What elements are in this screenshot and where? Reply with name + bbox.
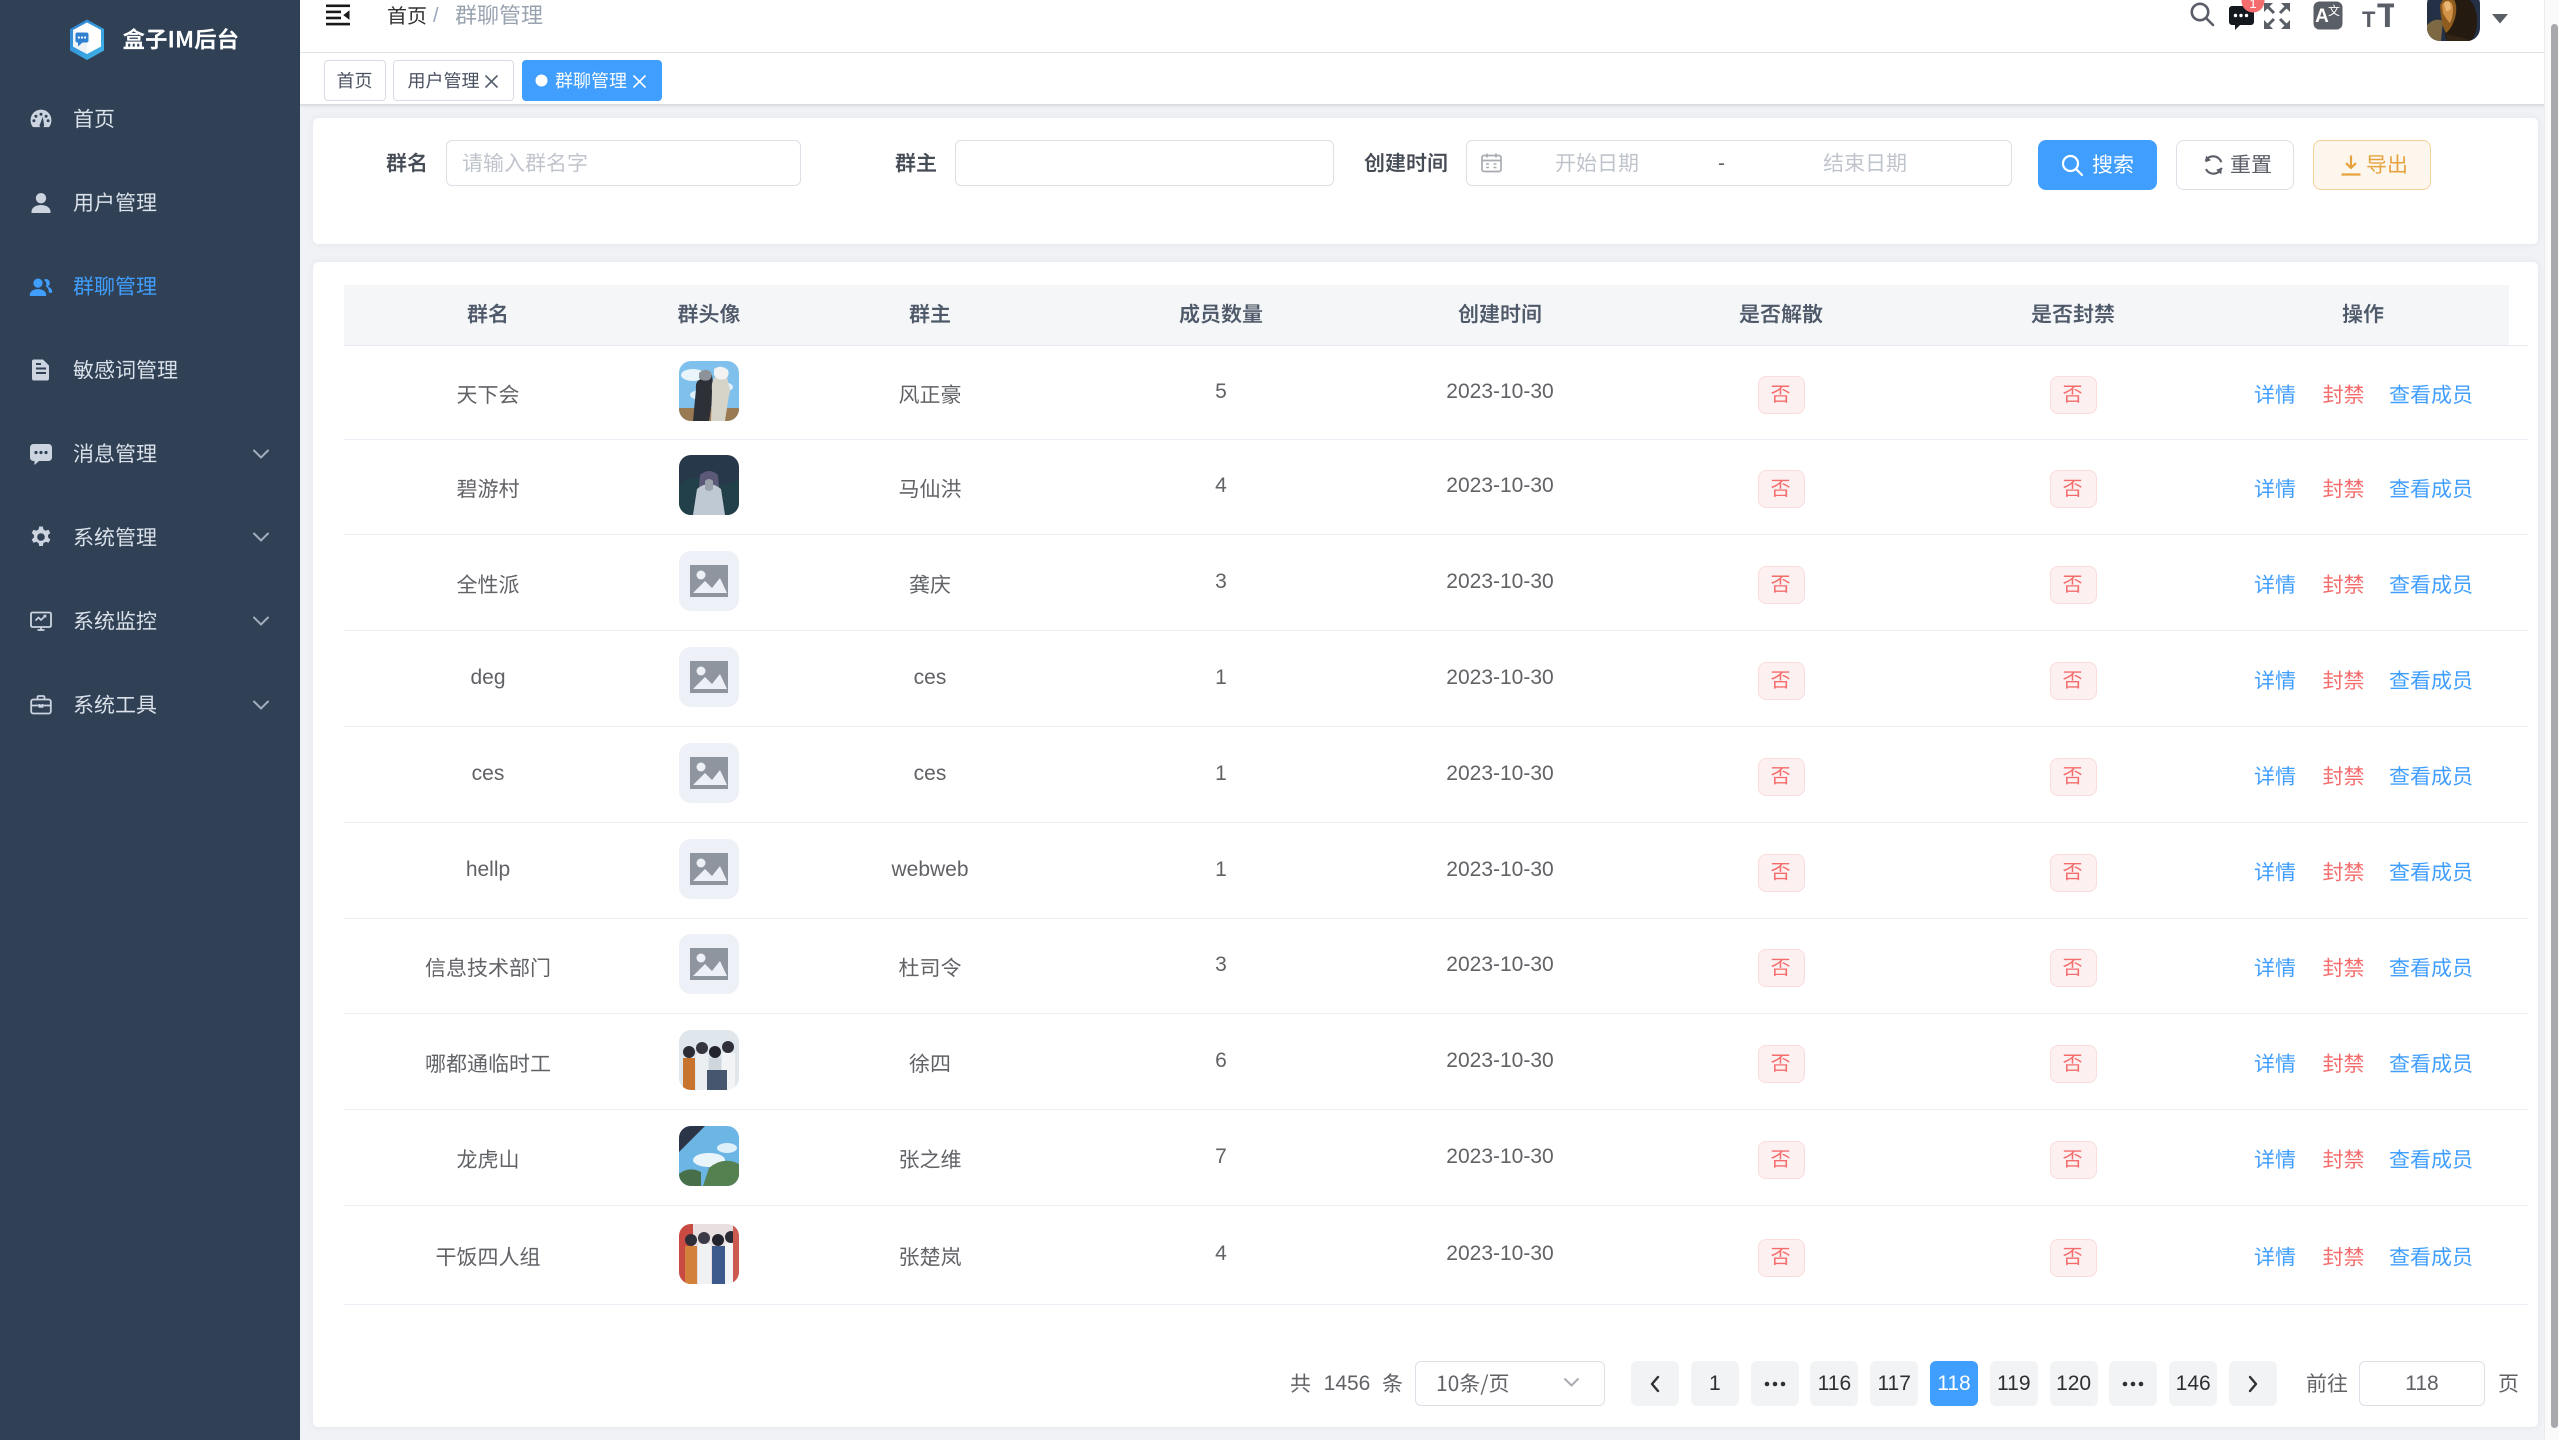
svg-text:文: 文 — [2328, 3, 2340, 18]
svg-text:T: T — [2362, 7, 2376, 29]
svg-text:1: 1 — [2249, 0, 2256, 11]
svg-text:T: T — [2377, 1, 2394, 29]
